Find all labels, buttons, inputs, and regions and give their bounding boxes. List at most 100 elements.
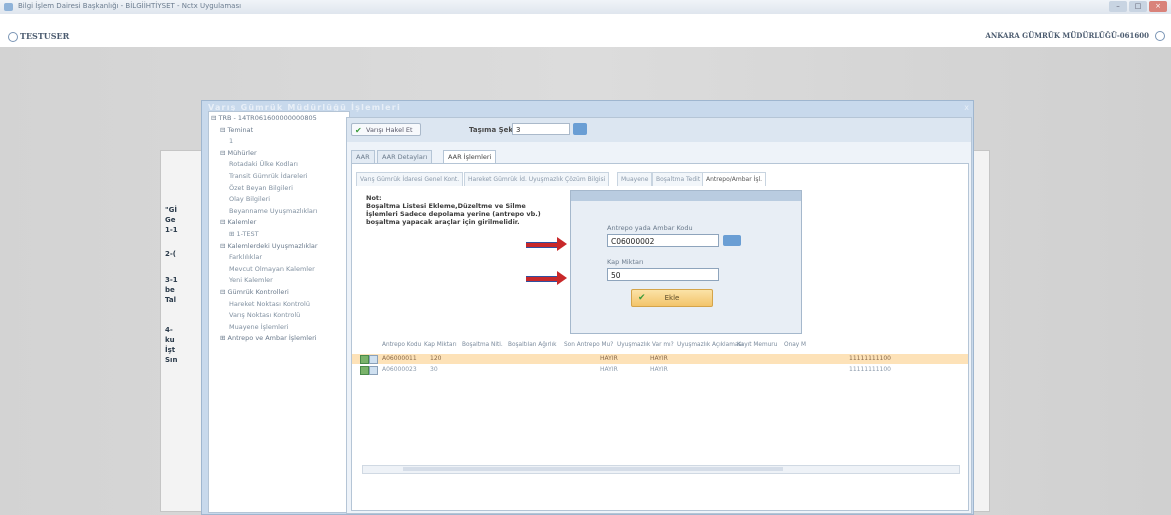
tree-node[interactable]: ⊟ Mühürler: [220, 149, 257, 157]
tab-aar-islemleri[interactable]: AAR İşlemleri: [443, 150, 497, 163]
antrepo-kodu-input[interactable]: C06000002: [607, 234, 719, 247]
main-tabs: AAR AAR Detayları AAR İşlemleri: [347, 150, 971, 163]
varisi-hakel-button[interactable]: ✔ Varışı Hakel Et: [351, 123, 421, 136]
column-header[interactable]: Kayıt Memuru: [737, 340, 777, 351]
navigation-tree: ⊟ TRB - 14TR061600000000805 ⊟ Teminat 1 ⊟ M…: [208, 111, 350, 513]
column-header[interactable]: Son Antrepo Mu?: [564, 340, 613, 351]
tree-node[interactable]: Hareket Noktası Kontrolü: [229, 300, 310, 308]
tab-aar-detaylari[interactable]: AAR Detayları: [377, 150, 433, 163]
tree-node[interactable]: ⊞ Antrepo ve Ambar İşlemleri: [220, 334, 317, 342]
table-row[interactable]: A06000011 120 HAYIR HAYIR 11111111100: [352, 354, 968, 364]
delete-icon[interactable]: [369, 355, 378, 364]
user-icon: [8, 32, 18, 42]
aar-islemleri-panel: Varış Gümrük İdaresi Genel Kont. Hareket…: [351, 163, 969, 511]
ekle-label: Ekle: [664, 294, 680, 302]
kap-miktari-label: Kap Miktarı: [607, 258, 644, 266]
delete-icon[interactable]: [369, 366, 378, 375]
tree-node[interactable]: ⊟ Teminat: [220, 126, 253, 134]
check-icon: ✔: [355, 126, 362, 135]
varis-dialog: Varış Gümrük Müdürlüğü İşlemleri x ⊟ TRB…: [201, 100, 974, 515]
window-controls: – □ ×: [1109, 1, 1167, 12]
tree-node[interactable]: Muayene İşlemleri: [229, 323, 288, 331]
user-name[interactable]: TESTUSER: [20, 31, 69, 41]
tab-muayene[interactable]: Muayene: [617, 172, 653, 186]
note-heading: Not:: [366, 194, 382, 202]
tree-node[interactable]: Olay Bilgileri: [229, 195, 270, 203]
tab-aar[interactable]: AAR: [351, 150, 375, 163]
scroll-thumb[interactable]: [403, 467, 783, 471]
bg-label: Ge: [165, 216, 176, 224]
bg-label: Tal: [165, 296, 176, 304]
cell-uyusmazlik: HAYIR: [650, 355, 668, 362]
cell-kap: 120: [430, 355, 442, 362]
column-header[interactable]: Kap Miktarı: [424, 340, 457, 351]
column-header[interactable]: Antrepo Kodu: [382, 340, 421, 351]
table-row[interactable]: A06000023 30 HAYIR HAYIR 11111111100: [352, 365, 968, 375]
minimize-button[interactable]: –: [1109, 1, 1127, 12]
column-header[interactable]: Boşaltma Niti.: [462, 340, 503, 351]
tasima-sekli-label: Taşıma Şekli: [469, 126, 518, 134]
note-line: İşlemleri Sadece depolama yerine (antrep…: [366, 210, 541, 218]
maximize-button[interactable]: □: [1129, 1, 1147, 12]
modal-header: [571, 191, 801, 201]
tree-node[interactable]: ⊟ TRB - 14TR061600000000805: [211, 114, 317, 122]
tree-node[interactable]: ⊟ Kalemler: [220, 218, 256, 226]
bg-label: ku: [165, 336, 175, 344]
content-pane: ✔ Varışı Hakel Et Taşıma Şekli 3 AAR AAR…: [346, 117, 972, 514]
cell-kayit-memuru: 11111111100: [849, 355, 891, 362]
close-button[interactable]: ×: [1149, 1, 1167, 12]
tab-hareket-uyusmazlik[interactable]: Hareket Gümrük İd. Uyuşmazlık Çözüm Bilg…: [464, 172, 610, 186]
bg-label: 2-(: [165, 250, 176, 258]
edit-icon[interactable]: [360, 355, 369, 364]
column-header[interactable]: Boşaltılan Ağırlık: [508, 340, 557, 351]
tree-node[interactable]: ⊞ 1-TEST: [229, 230, 259, 238]
tree-node[interactable]: Varış Noktası Kontrolü: [229, 311, 300, 319]
antrepo-kodu-label: Antrepo yada Ambar Kodu: [607, 224, 693, 232]
tab-bosaltma-tedit[interactable]: Boşaltma Tedit: [652, 172, 705, 186]
tasima-sekli-input[interactable]: 3: [512, 123, 570, 135]
cell-antrepo: A06000011: [382, 355, 417, 362]
edit-icon[interactable]: [360, 366, 369, 375]
background-labels-2: 3-1 be Tal 4- ku İşt Sın: [165, 270, 200, 380]
column-header[interactable]: Uyuşmazlık Açıklaması: [677, 340, 743, 351]
bg-label: "Gİ: [165, 206, 177, 214]
tree-node[interactable]: ⊟ Kalemlerdeki Uyuşmazlıklar: [220, 242, 318, 250]
note-block: Not: Boşaltma Listesi Ekleme,Düzeltme ve…: [366, 194, 566, 226]
tree-node[interactable]: 1: [229, 137, 233, 145]
office-name: ANKARA GÜMRÜK MÜDÜRLÜĞÜ-061600: [985, 31, 1149, 40]
window-title: Bilgi İşlem Dairesi Başkanlığı - BİLGİİH…: [18, 2, 242, 10]
column-header[interactable]: Uyuşmazlık Var mı?: [617, 340, 674, 351]
background-labels: "Gİ Ge 1-1 2-(: [165, 150, 200, 260]
refresh-icon[interactable]: [1155, 31, 1165, 41]
tree-node[interactable]: Beyanname Uyuşmazlıkları: [229, 207, 317, 215]
tree-node[interactable]: Yeni Kalemler: [229, 276, 273, 284]
cell-son-antrepo: HAYIR: [600, 355, 618, 362]
dialog-close-icon[interactable]: x: [964, 103, 969, 112]
bg-label: İşt: [165, 346, 176, 354]
bg-label: 4-: [165, 326, 173, 334]
cell-antrepo: A06000023: [382, 366, 417, 373]
antrepo-entry-modal: Antrepo yada Ambar Kodu C06000002 Kap Mi…: [570, 190, 802, 334]
antrepo-lookup-button[interactable]: [723, 235, 741, 246]
sub-tabs: Varış Gümrük İdaresi Genel Kont. Hareket…: [352, 172, 968, 186]
tree-node[interactable]: Mevcut Olmayan Kalemler: [229, 265, 315, 273]
ekle-button[interactable]: ✔ Ekle: [631, 289, 713, 307]
tree-node[interactable]: Rotadaki Ülke Kodları: [229, 160, 298, 168]
check-icon: ✔: [638, 293, 646, 303]
tree-node[interactable]: ⊟ Gümrük Kontrolleri: [220, 288, 289, 296]
tree-node[interactable]: Farklılıklar: [229, 253, 262, 261]
tree-node[interactable]: Özet Beyan Bilgileri: [229, 184, 293, 192]
tab-varis-genel-kont[interactable]: Varış Gümrük İdaresi Genel Kont.: [356, 172, 464, 186]
tab-antrepo-ambar[interactable]: Antrepo/Ambar İşl.: [702, 172, 767, 186]
horizontal-scrollbar[interactable]: [362, 465, 960, 474]
kap-miktari-input[interactable]: 50: [607, 268, 719, 281]
cell-son-antrepo: HAYIR: [600, 366, 618, 373]
bg-label: 1-1: [165, 226, 178, 234]
tree-node[interactable]: Transit Gümrük İdareleri: [229, 172, 308, 180]
bg-label: 3-1: [165, 276, 178, 284]
window-titlebar: Bilgi İşlem Dairesi Başkanlığı - BİLGİİH…: [0, 0, 1171, 15]
varisi-hakel-label: Varışı Hakel Et: [366, 126, 413, 134]
column-header[interactable]: Onay M: [784, 340, 806, 351]
bg-label: be: [165, 286, 175, 294]
tasima-lookup-button[interactable]: [573, 123, 587, 135]
